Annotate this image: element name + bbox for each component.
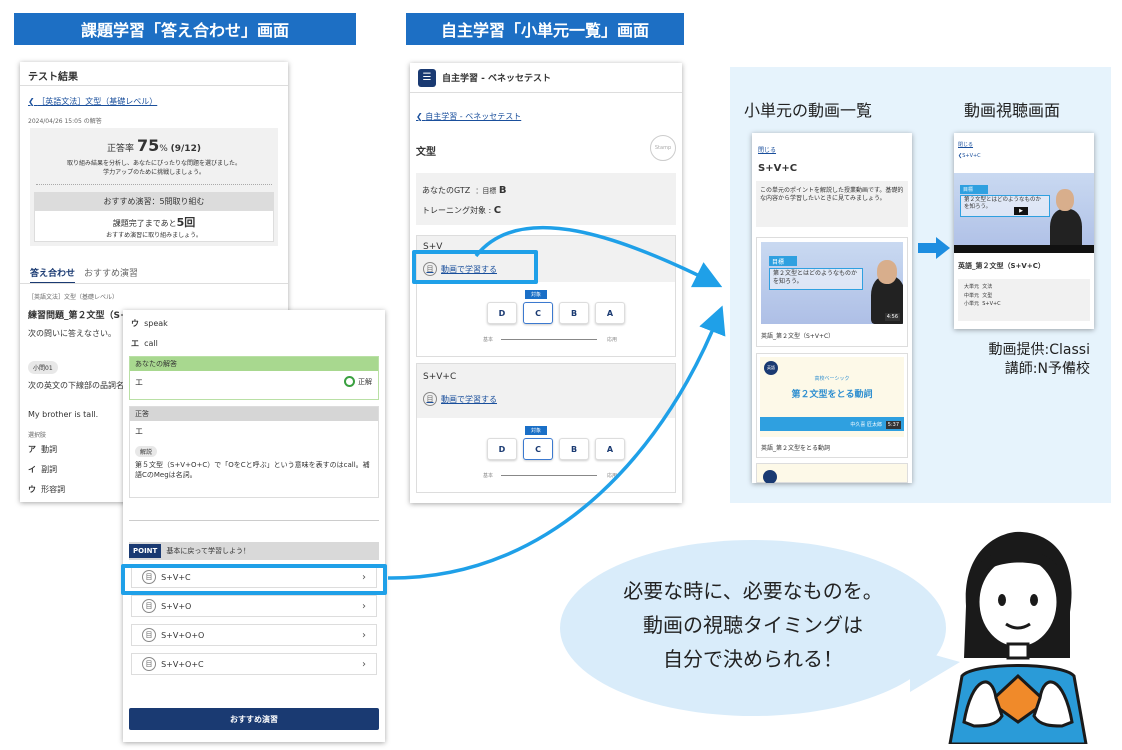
student-illustration	[948, 531, 1088, 744]
arrow-row-to-list	[387, 305, 726, 580]
bubble-text: 必要な時に、必要なものを。 動画の視聴タイミングは 自分で決められる！	[623, 579, 883, 671]
arrow-link-to-list	[474, 225, 723, 288]
